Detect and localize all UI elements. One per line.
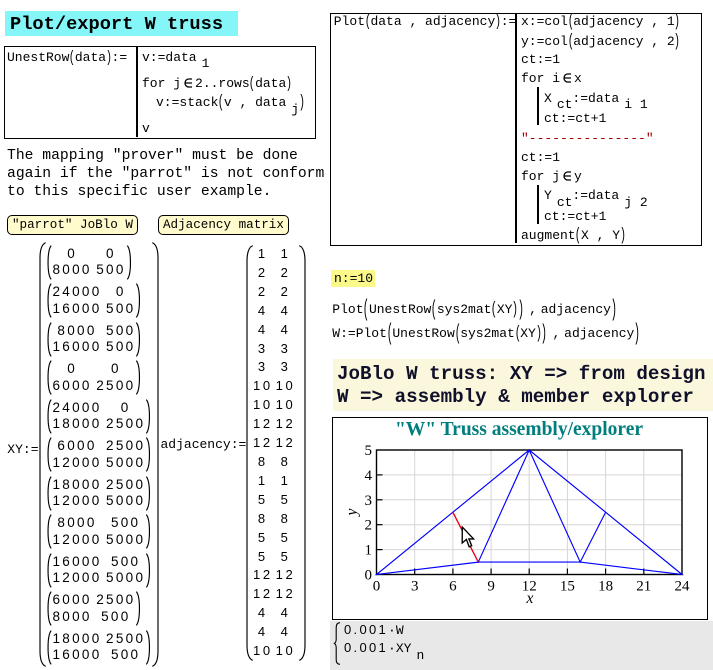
svg-text:15: 15: [560, 579, 575, 595]
svg-text:6: 6: [449, 579, 457, 595]
svg-text:0: 0: [373, 579, 381, 595]
svg-text:18: 18: [598, 579, 613, 595]
svg-text:21: 21: [636, 579, 651, 595]
svg-text:2: 2: [365, 518, 373, 534]
svg-text:3: 3: [365, 493, 373, 509]
svg-text:4: 4: [365, 468, 373, 484]
svg-text:24: 24: [675, 579, 691, 595]
svg-text:0: 0: [365, 568, 373, 584]
svg-text:3: 3: [411, 579, 419, 595]
svg-text:9: 9: [487, 579, 495, 595]
svg-text:5: 5: [365, 443, 373, 459]
svg-text:x: x: [526, 590, 534, 607]
svg-text:y: y: [344, 508, 361, 517]
svg-text:1: 1: [365, 543, 373, 559]
